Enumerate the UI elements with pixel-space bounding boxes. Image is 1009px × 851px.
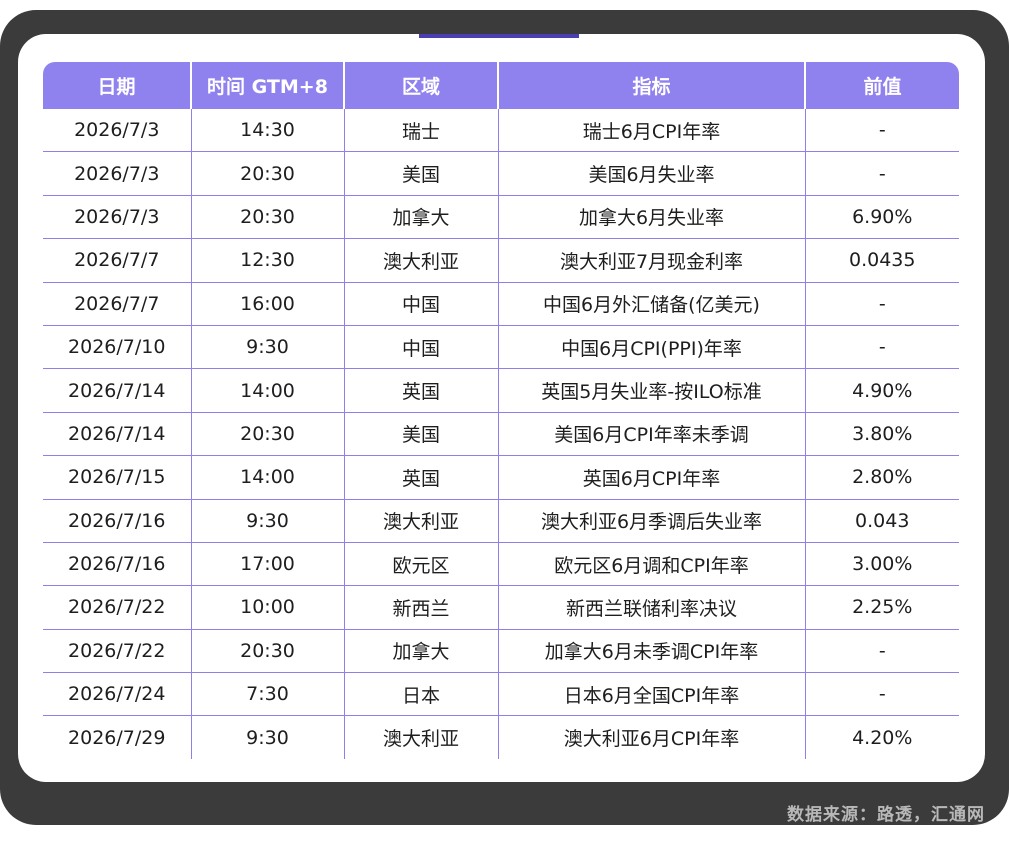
cell-time: 20:30 xyxy=(190,195,344,240)
cell-time: 14:00 xyxy=(190,455,344,500)
cell-date: 2026/7/3 xyxy=(43,151,191,196)
cell-indicator: 中国6月外汇储备(亿美元) xyxy=(497,282,805,326)
cell-indicator: 加拿大6月未季调CPI年率 xyxy=(497,629,805,674)
table-row: 2026/7/14 14:00 英国 英国5月失业率-按ILO标准 4.90% xyxy=(43,368,959,413)
cell-indicator: 英国5月失业率-按ILO标准 xyxy=(497,368,805,413)
cell-date: 2026/7/24 xyxy=(43,672,191,717)
cell-previous: - xyxy=(804,109,959,153)
cell-date: 2026/7/16 xyxy=(43,499,191,543)
table-row: 2026/7/7 16:00 中国 中国6月外汇储备(亿美元) - xyxy=(43,282,959,326)
cell-previous: 2.25% xyxy=(804,585,959,630)
table-row: 2026/7/22 10:00 新西兰 新西兰联储利率决议 2.25% xyxy=(43,585,959,630)
table-row: 2026/7/14 20:30 美国 美国6月CPI年率未季调 3.80% xyxy=(43,412,959,457)
table-row: 2026/7/3 20:30 美国 美国6月失业率 - xyxy=(43,151,959,196)
cell-time: 20:30 xyxy=(190,412,344,457)
cell-indicator: 澳大利亚7月现金利率 xyxy=(497,238,805,283)
cell-indicator: 美国6月失业率 xyxy=(497,151,805,196)
cell-previous: - xyxy=(804,325,959,370)
cell-date: 2026/7/3 xyxy=(43,109,191,153)
cell-previous: 0.0435 xyxy=(804,238,959,283)
cell-indicator: 澳大利亚6月季调后失业率 xyxy=(497,499,805,543)
cell-previous: 3.00% xyxy=(804,542,959,587)
cell-region: 瑞士 xyxy=(343,109,498,153)
cell-date: 2026/7/7 xyxy=(43,238,191,283)
header-time: 时间 GTM+8 xyxy=(190,62,344,109)
cell-date: 2026/7/7 xyxy=(43,282,191,326)
cell-region: 英国 xyxy=(343,368,498,413)
cell-indicator: 加拿大6月失业率 xyxy=(497,195,805,240)
header-previous: 前值 xyxy=(804,62,959,109)
cell-indicator: 美国6月CPI年率未季调 xyxy=(497,412,805,457)
cell-region: 澳大利亚 xyxy=(343,499,498,543)
cell-region: 中国 xyxy=(343,282,498,326)
cell-previous: 2.80% xyxy=(804,455,959,500)
cell-previous: - xyxy=(804,672,959,717)
cell-time: 17:00 xyxy=(190,542,344,587)
cell-previous: - xyxy=(804,282,959,326)
cell-region: 英国 xyxy=(343,455,498,500)
cell-region: 欧元区 xyxy=(343,542,498,587)
data-source-note: 数据来源：路透，汇通网 xyxy=(787,805,985,825)
cell-previous: 3.80% xyxy=(804,412,959,457)
cell-date: 2026/7/15 xyxy=(43,455,191,500)
table-row: 2026/7/24 7:30 日本 日本6月全国CPI年率 - xyxy=(43,672,959,717)
economic-calendar-table: 日期 时间 GTM+8 区域 指标 前值 2026/7/3 14:30 瑞士 瑞… xyxy=(43,62,959,759)
cell-date: 2026/7/29 xyxy=(68,726,166,749)
header-indicator: 指标 xyxy=(497,62,805,109)
cell-region: 美国 xyxy=(343,151,498,196)
cell-date: 2026/7/14 xyxy=(43,412,191,457)
table-header-row: 日期 时间 GTM+8 区域 指标 前值 xyxy=(43,62,959,109)
cell-indicator: 英国6月CPI年率 xyxy=(497,455,805,500)
cell-time: 20:30 xyxy=(190,629,344,674)
cell-previous: 0.043 xyxy=(804,499,959,543)
table-row: 2026/7/29 9:30 澳大利亚 澳大利亚6月CPI年率 4.20% xyxy=(43,715,959,759)
cell-time: 14:30 xyxy=(190,109,344,153)
cell-date: 2026/7/22 xyxy=(43,585,191,630)
cell-region: 澳大利亚 xyxy=(343,238,498,283)
cell-region: 加拿大 xyxy=(343,629,498,674)
cell-indicator: 中国6月CPI(PPI)年率 xyxy=(497,325,805,370)
cell-region: 加拿大 xyxy=(343,195,498,240)
table-row: 2026/7/3 14:30 瑞士 瑞士6月CPI年率 - xyxy=(43,109,959,153)
cell-previous: 4.90% xyxy=(804,368,959,413)
cell-time: 10:00 xyxy=(190,585,344,630)
cell-date: 2026/7/3 xyxy=(43,195,191,240)
table-row: 2026/7/15 14:00 英国 英国6月CPI年率 2.80% xyxy=(43,455,959,500)
cell-indicator: 新西兰联储利率决议 xyxy=(497,585,805,630)
cell-date: 2026/7/22 xyxy=(43,629,191,674)
cell-indicator: 澳大利亚6月CPI年率 xyxy=(497,715,805,759)
cell-time: 7:30 xyxy=(190,672,344,717)
cell-date: 2026/7/16 xyxy=(43,542,191,587)
cell-time: 20:30 xyxy=(190,151,344,196)
table-row: 2026/7/16 17:00 欧元区 欧元区6月调和CPI年率 3.00% xyxy=(43,542,959,587)
cell-time: 12:30 xyxy=(190,238,344,283)
cell-time: 9:30 xyxy=(190,715,344,759)
table-row: 2026/7/3 20:30 加拿大 加拿大6月失业率 6.90% xyxy=(43,195,959,240)
cell-region: 日本 xyxy=(343,672,498,717)
cell-time: 14:00 xyxy=(190,368,344,413)
cell-region: 中国 xyxy=(343,325,498,370)
header-date: 日期 xyxy=(43,62,191,109)
cell-region: 美国 xyxy=(343,412,498,457)
cell-time: 9:30 xyxy=(190,499,344,543)
cell-previous: - xyxy=(804,151,959,196)
cell-date: 2026/7/14 xyxy=(43,368,191,413)
cell-region: 澳大利亚 xyxy=(343,715,498,759)
header-region: 区域 xyxy=(343,62,498,109)
cell-previous: - xyxy=(804,629,959,674)
cell-previous: 4.20% xyxy=(804,715,959,759)
cell-time: 16:00 xyxy=(190,282,344,326)
cell-date: 2026/7/10 xyxy=(43,325,191,370)
table-row: 2026/7/22 20:30 加拿大 加拿大6月未季调CPI年率 - xyxy=(43,629,959,674)
cell-region: 新西兰 xyxy=(343,585,498,630)
table-row: 2026/7/10 9:30 中国 中国6月CPI(PPI)年率 - xyxy=(43,325,959,370)
cell-indicator: 日本6月全国CPI年率 xyxy=(497,672,805,717)
table-row: 2026/7/7 12:30 澳大利亚 澳大利亚7月现金利率 0.0435 xyxy=(43,238,959,283)
cell-previous: 6.90% xyxy=(804,195,959,240)
accent-bar xyxy=(419,34,579,38)
cell-indicator: 瑞士6月CPI年率 xyxy=(497,109,805,153)
table-row: 2026/7/16 9:30 澳大利亚 澳大利亚6月季调后失业率 0.043 xyxy=(43,499,959,543)
cell-indicator: 欧元区6月调和CPI年率 xyxy=(497,542,805,587)
cell-time: 9:30 xyxy=(190,325,344,370)
